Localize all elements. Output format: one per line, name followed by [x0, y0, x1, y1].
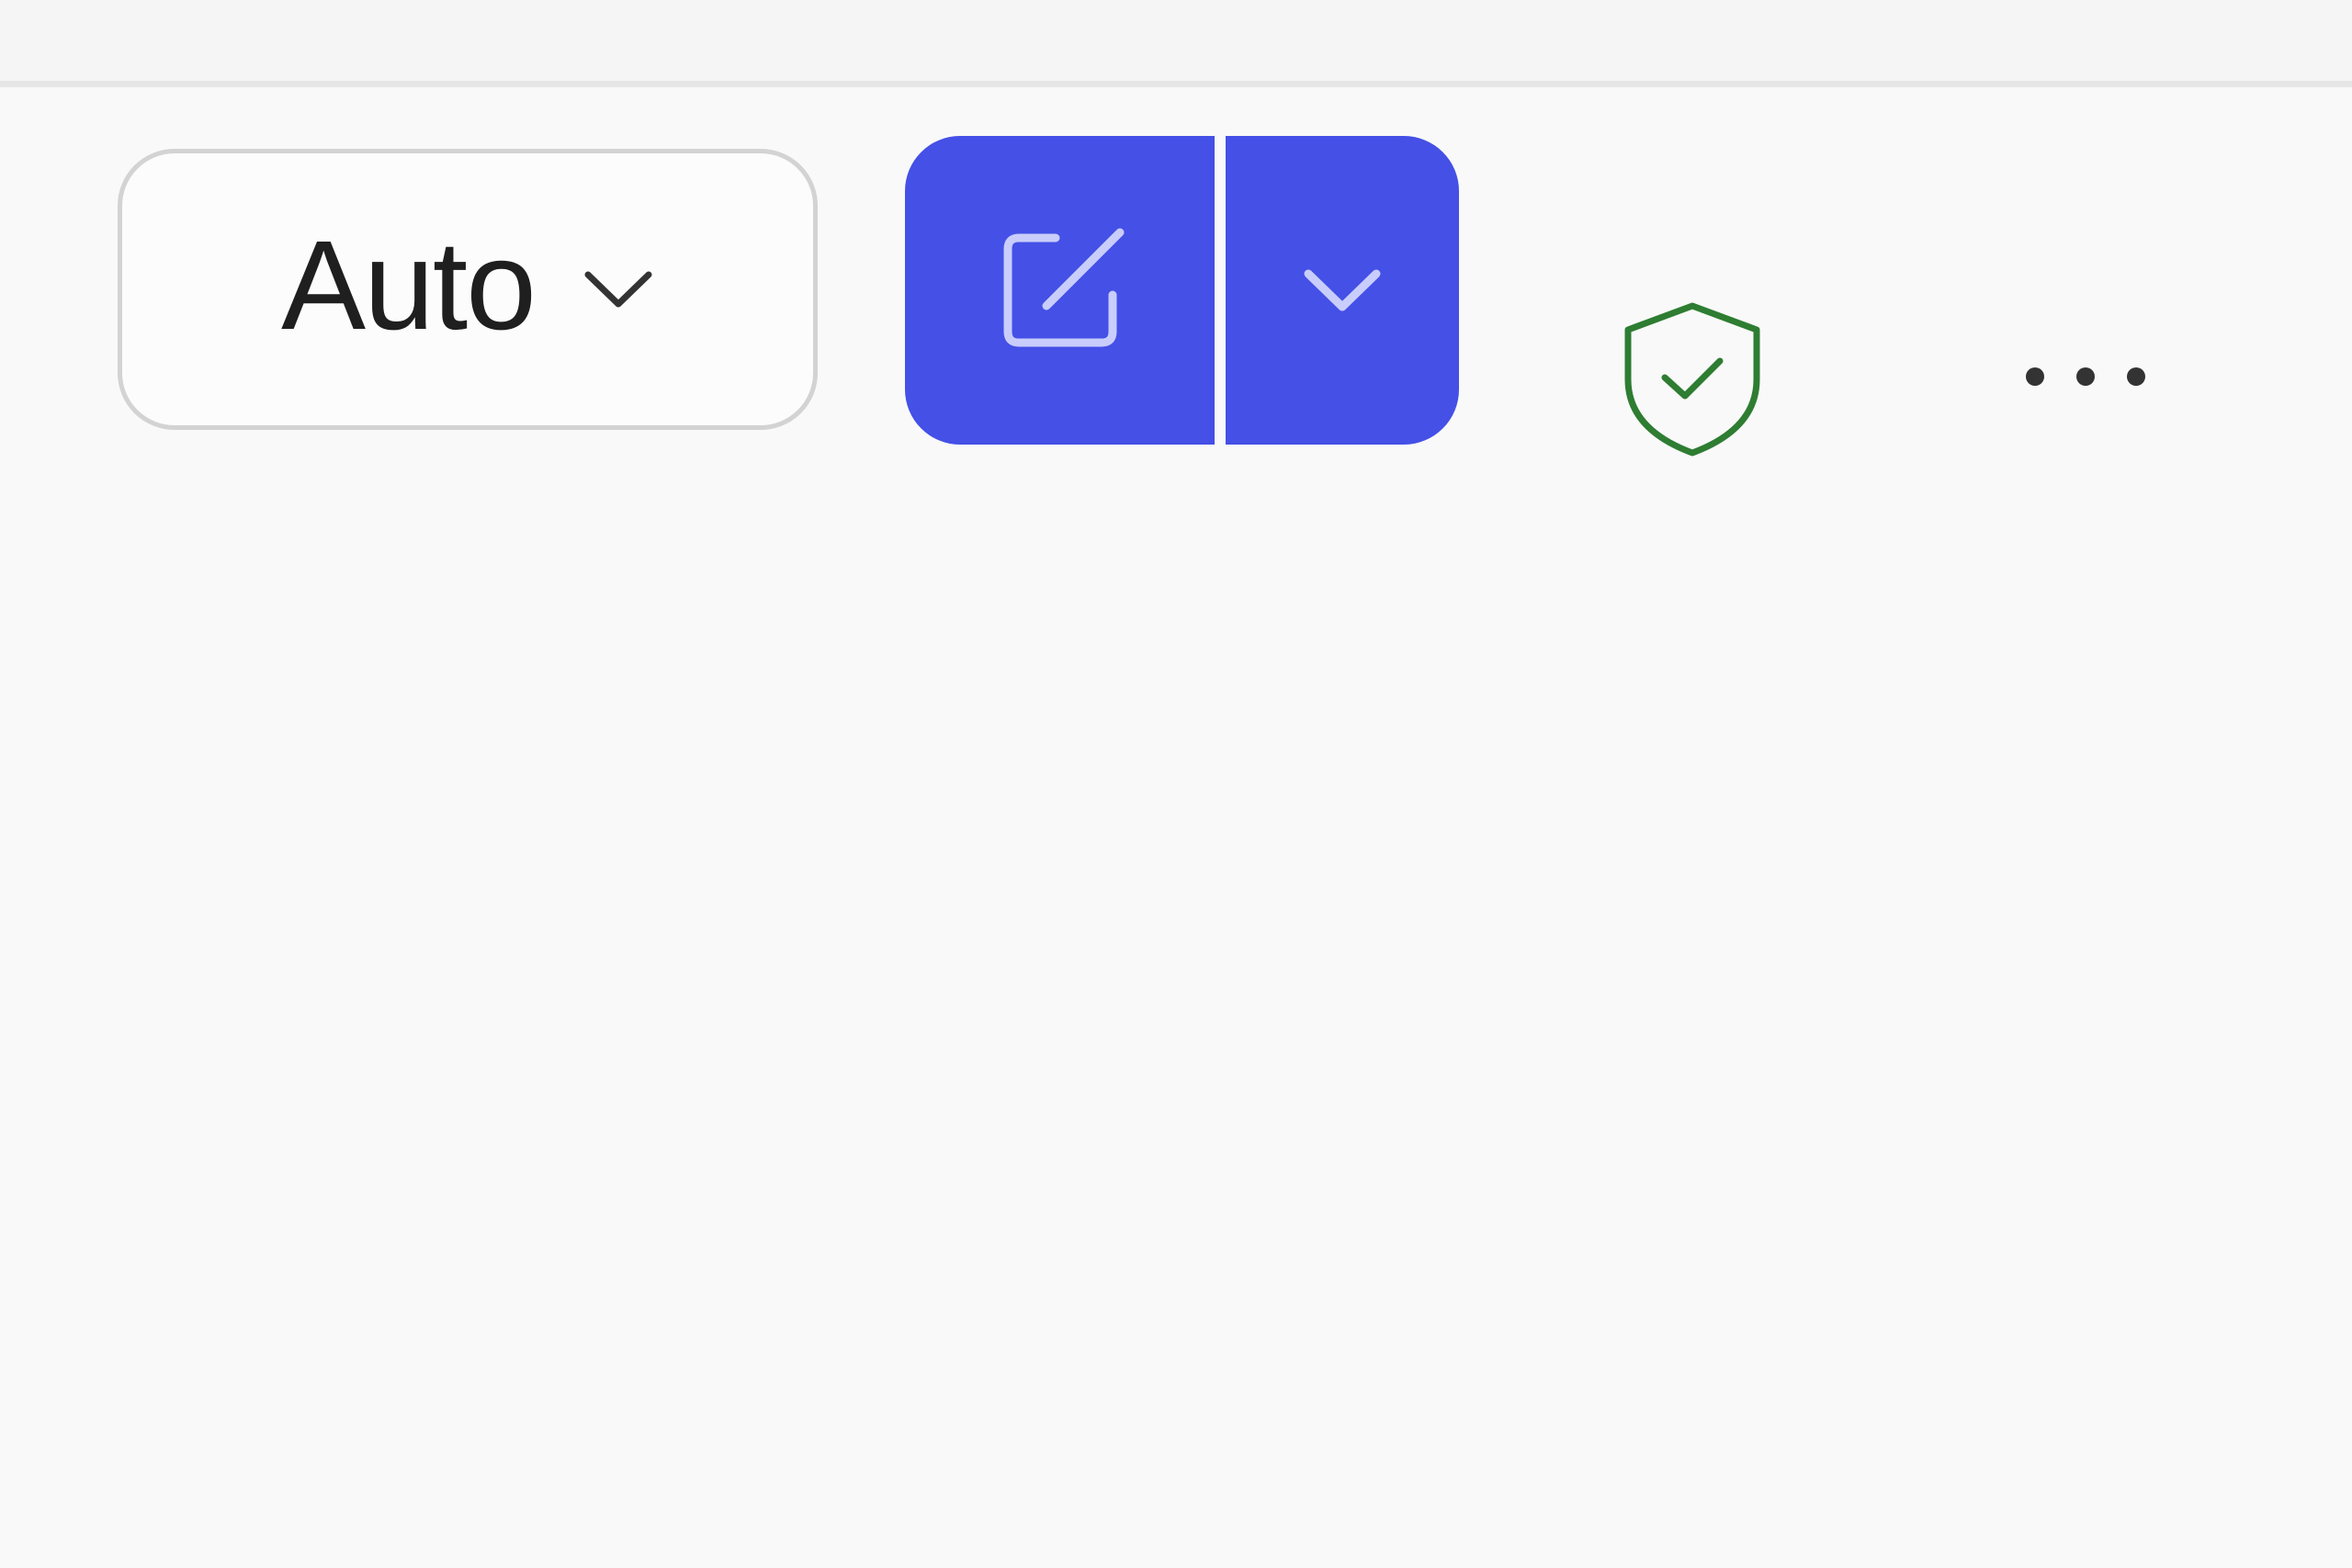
compose-split-button	[905, 136, 1459, 445]
shield-check-icon	[1621, 300, 1764, 458]
more-horizontal-icon	[2017, 363, 2154, 390]
more-menu-button[interactable]	[2003, 340, 2168, 413]
chevron-down-icon	[1301, 263, 1384, 318]
compose-options-button[interactable]	[1226, 136, 1459, 445]
chevron-down-icon	[582, 267, 654, 311]
split-divider	[1215, 136, 1226, 445]
security-status-button[interactable]	[1619, 299, 1766, 460]
mode-select[interactable]: Auto	[118, 149, 818, 430]
mode-select-value: Auto	[281, 215, 537, 356]
top-bar	[0, 0, 2352, 87]
compose-icon	[991, 221, 1129, 359]
compose-button[interactable]	[905, 136, 1215, 445]
